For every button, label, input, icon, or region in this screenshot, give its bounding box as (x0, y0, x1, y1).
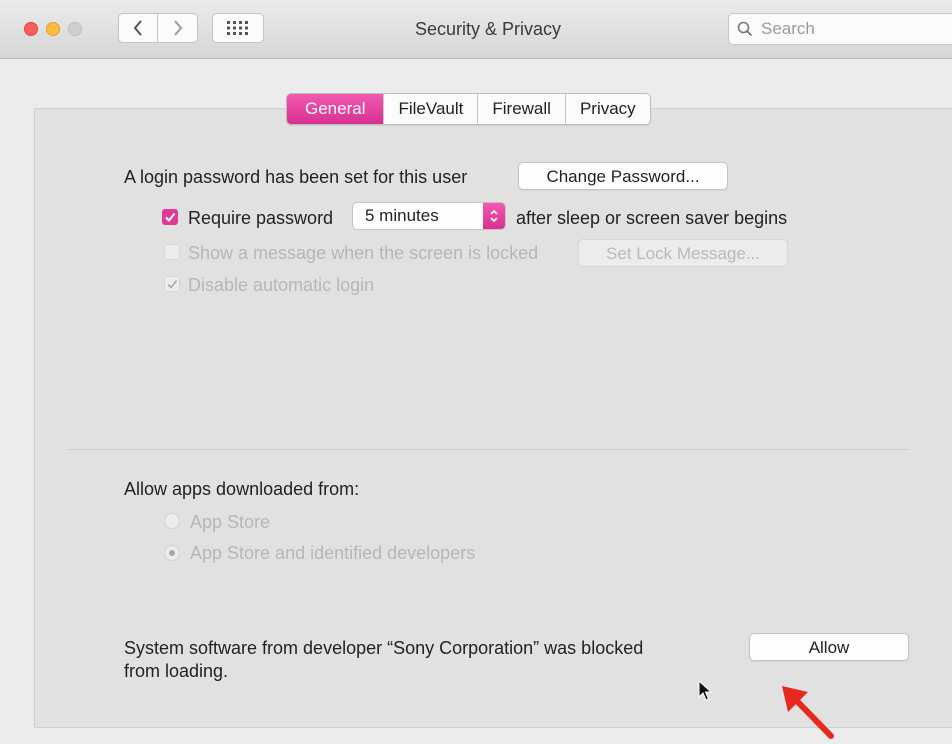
show-all-preferences-button[interactable] (212, 13, 264, 43)
radio-app-store-identified[interactable] (164, 545, 180, 561)
require-password-delay-popup[interactable]: 5 minutes (352, 202, 506, 230)
grid-icon (227, 21, 248, 35)
blocked-software-text-line2: from loading. (124, 661, 229, 681)
search-icon (737, 21, 753, 37)
checkmark-icon (165, 212, 176, 223)
section-divider (68, 449, 910, 450)
blocked-software-text-line1: System software from developer “Sony Cor… (124, 638, 644, 658)
window-title: Security & Privacy (414, 19, 562, 39)
forward-button[interactable] (158, 13, 198, 43)
radio-app-store-label: App Store (190, 512, 271, 532)
change-password-button[interactable]: Change Password... (518, 162, 728, 190)
allow-apps-heading: Allow apps downloaded from: (124, 479, 360, 499)
search-input[interactable] (759, 18, 943, 40)
mouse-pointer-icon (698, 680, 712, 701)
disable-auto-login-label: Disable automatic login (188, 275, 375, 295)
radio-app-store-identified-label: App Store and identified developers (190, 543, 476, 563)
back-button[interactable] (118, 13, 158, 43)
up-down-arrows-icon (483, 203, 505, 229)
search-field[interactable] (728, 13, 952, 45)
show-message-label: Show a message when the screen is locked (188, 243, 539, 263)
window-titlebar: Security & Privacy (0, 0, 952, 59)
tab-privacy[interactable]: Privacy (564, 94, 650, 124)
login-password-text: A login password has been set for this u… (124, 167, 468, 187)
radio-selected-dot (169, 550, 175, 556)
show-message-checkbox[interactable] (164, 244, 180, 260)
disable-auto-login-checkbox[interactable] (164, 276, 180, 292)
chevron-right-icon (173, 20, 182, 36)
minimize-window-button[interactable] (46, 22, 60, 36)
red-arrow-annotation-icon (782, 686, 834, 739)
tab-firewall[interactable]: Firewall (477, 94, 565, 124)
tab-general[interactable]: General (287, 94, 384, 124)
close-window-button[interactable] (24, 22, 38, 36)
back-forward-control (118, 13, 198, 43)
delay-value: 5 minutes (365, 206, 439, 225)
checkmark-icon (167, 280, 178, 289)
allow-button[interactable]: Allow (749, 633, 909, 661)
tab-filevault[interactable]: FileVault (383, 94, 477, 124)
require-password-checkbox[interactable] (162, 209, 178, 225)
tab-bar: General FileVault Firewall Privacy (286, 93, 651, 125)
zoom-window-button[interactable] (68, 22, 82, 36)
chevron-left-icon (133, 20, 142, 36)
after-sleep-text: after sleep or screen saver begins (516, 208, 788, 228)
require-password-label: Require password (188, 208, 334, 228)
radio-app-store[interactable] (164, 513, 180, 529)
set-lock-message-button[interactable]: Set Lock Message... (578, 239, 788, 267)
